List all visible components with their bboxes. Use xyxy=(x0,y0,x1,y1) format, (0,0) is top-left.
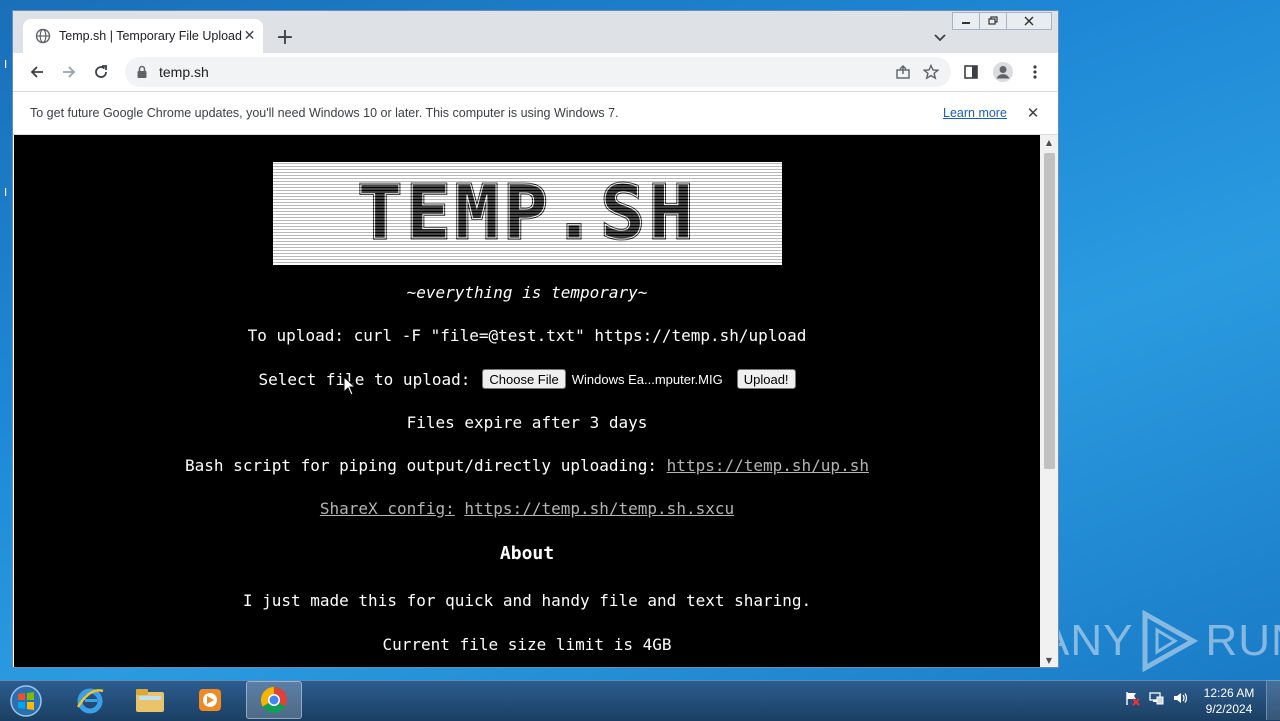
side-panel-icon[interactable] xyxy=(959,60,983,84)
scroll-down-arrow-icon[interactable]: ▼ xyxy=(1040,653,1058,667)
logo-scanlines xyxy=(273,162,782,265)
share-icon[interactable] xyxy=(889,60,917,84)
tab-strip: Temp.sh | Temporary File Upload ✕ + xyxy=(13,11,1058,53)
bash-label: Bash script for piping output/directly u… xyxy=(185,456,658,475)
window-controls xyxy=(952,12,1052,30)
select-file-label: Select file to upload: xyxy=(258,369,471,389)
mouse-cursor-icon xyxy=(343,376,357,396)
watermark-right: RUN xyxy=(1205,616,1280,665)
chrome-icon[interactable] xyxy=(246,681,302,719)
about-text: I just made this for quick and handy fil… xyxy=(242,591,812,610)
close-window-icon[interactable] xyxy=(1006,12,1052,30)
taskbar-clock[interactable]: 12:26 AM 9/2/2024 xyxy=(1196,685,1262,717)
anyrun-watermark: ANY RUN xyxy=(1040,606,1280,676)
new-tab-plus-icon[interactable]: + xyxy=(273,26,297,50)
play-logo-icon xyxy=(1142,610,1199,672)
start-orb-icon[interactable] xyxy=(4,682,48,720)
learn-more-link[interactable]: Learn more xyxy=(943,106,1007,120)
infobar-close-icon[interactable]: ✕ xyxy=(1024,103,1042,123)
upload-button[interactable]: Upload! xyxy=(736,369,796,389)
vertical-scrollbar[interactable]: ▲ ▼ xyxy=(1040,135,1058,667)
tagline: ~everything is temporary~ xyxy=(406,283,648,302)
chrome-window: Temp.sh | Temporary File Upload ✕ + temp… xyxy=(12,10,1059,668)
globe-icon xyxy=(35,28,51,44)
about-heading: About xyxy=(499,543,555,564)
tab-close-icon[interactable]: ✕ xyxy=(242,26,257,46)
infobar-message: To get future Google Chrome updates, you… xyxy=(30,106,619,120)
reload-icon[interactable] xyxy=(89,60,113,84)
bash-script-link[interactable]: https://temp.sh/up.sh xyxy=(667,456,869,475)
bash-script-line: Bash script for piping output/directly u… xyxy=(14,456,1040,475)
profile-avatar-icon[interactable] xyxy=(991,60,1015,84)
restore-icon[interactable] xyxy=(979,12,1007,30)
kebab-menu-icon[interactable] xyxy=(1023,60,1047,84)
desktop-icon-fragment: I xyxy=(4,58,8,71)
minimize-icon[interactable] xyxy=(952,12,980,30)
sharex-line: ShareX config: https://temp.sh/temp.sh.s… xyxy=(14,499,1040,518)
scroll-thumb[interactable] xyxy=(1044,153,1055,469)
address-bar[interactable]: temp.sh xyxy=(125,57,951,87)
show-desktop-button[interactable] xyxy=(1266,680,1280,720)
scroll-up-arrow-icon[interactable]: ▲ xyxy=(1040,135,1058,149)
sharex-label-link[interactable]: ShareX config: xyxy=(320,499,455,518)
sharex-config-link[interactable]: https://temp.sh/temp.sh.sxcu xyxy=(464,499,734,518)
temp-sh-logo: TEMP.SH TEMP.SH xyxy=(273,162,782,265)
expire-notice: Files expire after 3 days xyxy=(406,413,648,432)
bookmark-star-icon[interactable] xyxy=(917,60,945,84)
volume-icon[interactable] xyxy=(1168,688,1192,708)
forward-arrow-icon[interactable] xyxy=(57,60,81,84)
desktop-icon-fragment: I xyxy=(4,186,8,199)
tab-search-chevron-icon[interactable] xyxy=(929,27,951,49)
system-tray xyxy=(1120,688,1192,708)
file-explorer-icon[interactable] xyxy=(122,681,178,719)
page-viewport: TEMP.SH TEMP.SH ~everything is temporary… xyxy=(14,135,1040,667)
url-text[interactable]: temp.sh xyxy=(159,64,889,80)
action-center-flag-icon[interactable] xyxy=(1120,688,1144,708)
back-arrow-icon[interactable] xyxy=(25,60,49,84)
media-player-icon[interactable] xyxy=(182,681,238,719)
size-limit-text: Current file size limit is 4GB xyxy=(382,635,672,654)
tab-temp-sh[interactable]: Temp.sh | Temporary File Upload ✕ xyxy=(23,19,263,53)
tab-title: Temp.sh | Temporary File Upload xyxy=(59,29,242,43)
toolbar: temp.sh xyxy=(13,53,1058,91)
lock-icon[interactable] xyxy=(135,65,149,79)
clock-date: 9/2/2024 xyxy=(1205,702,1253,716)
file-select-row: Select file to upload: Choose File Windo… xyxy=(14,369,1040,389)
chosen-file-name: Windows Ea...mputer.MIG xyxy=(571,371,723,387)
clock-time: 12:26 AM xyxy=(1203,686,1255,700)
update-infobar: To get future Google Chrome updates, you… xyxy=(13,91,1058,135)
upload-command: To upload: curl -F "file=@test.txt" http… xyxy=(247,326,807,345)
choose-file-button[interactable]: Choose File xyxy=(482,369,566,389)
network-icon[interactable] xyxy=(1144,688,1168,708)
internet-explorer-icon[interactable] xyxy=(62,681,118,719)
